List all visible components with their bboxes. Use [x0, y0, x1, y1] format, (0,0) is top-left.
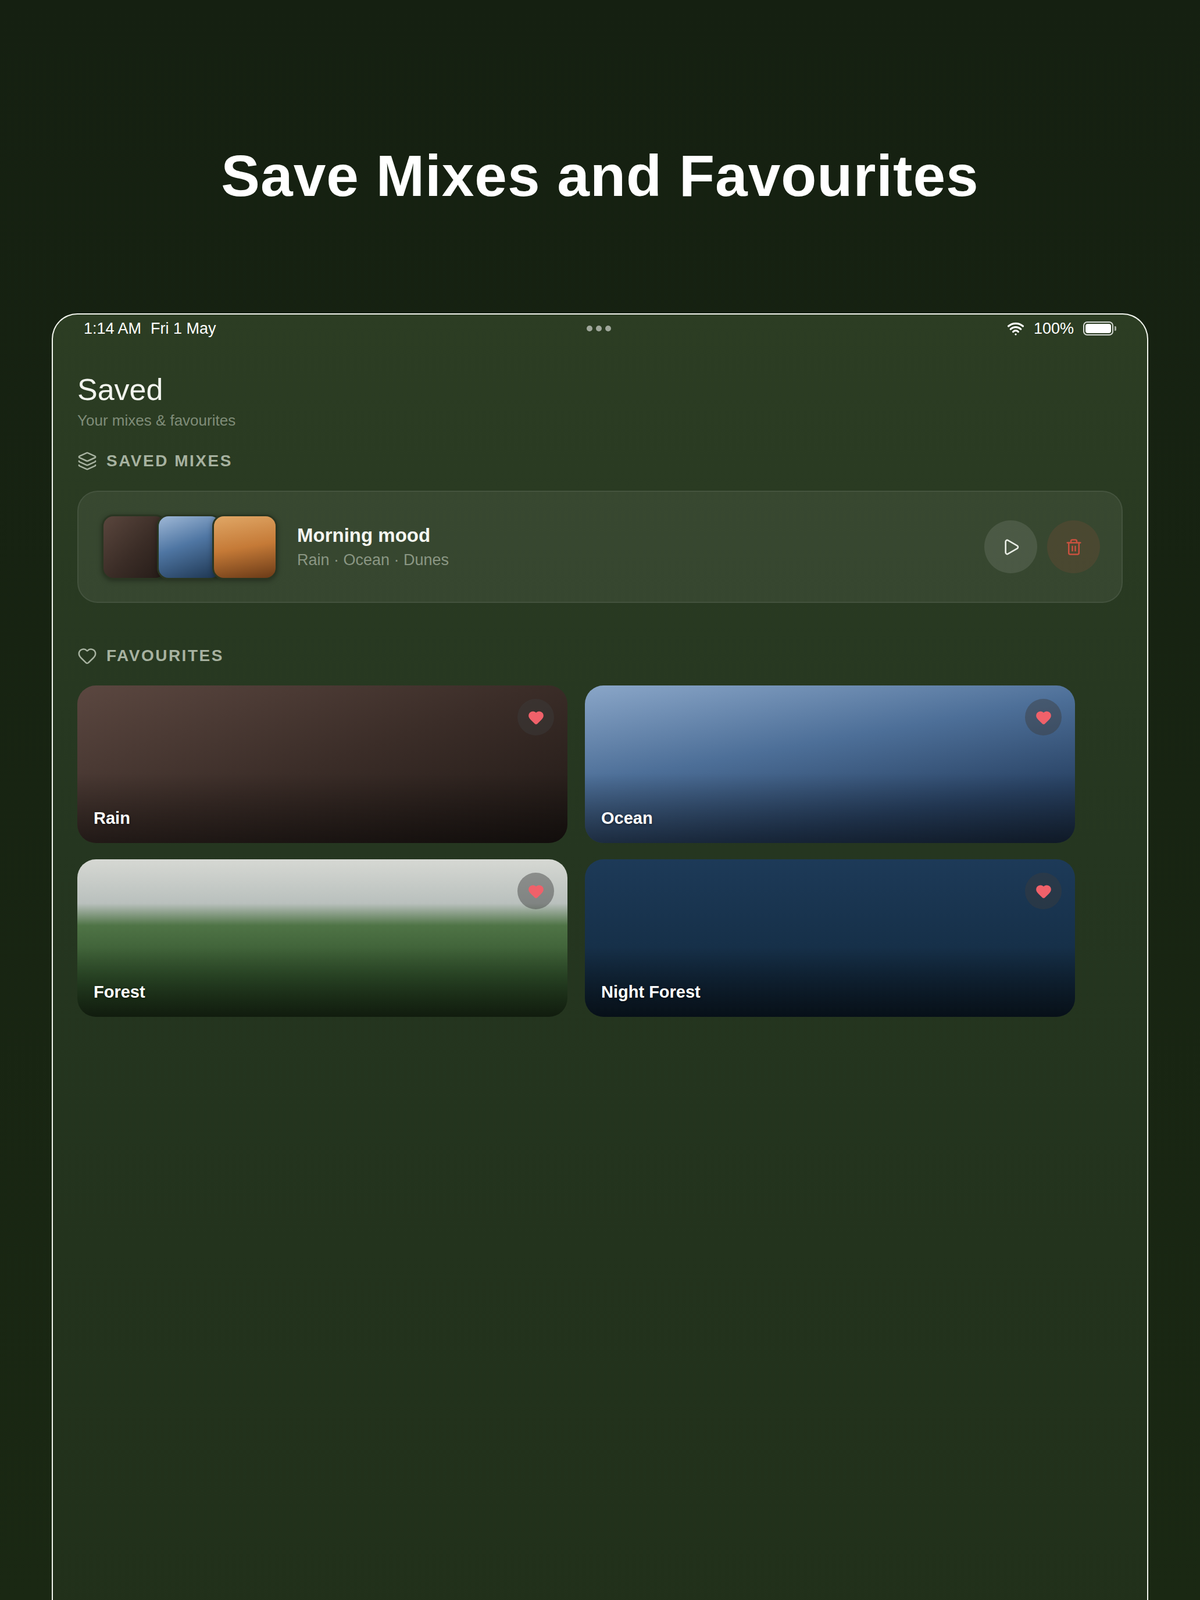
play-icon: [1001, 537, 1021, 557]
favourite-tile[interactable]: Night Forest: [584, 859, 1075, 1017]
battery-percent: 100%: [1033, 319, 1074, 338]
tile-label: Ocean: [601, 808, 653, 828]
tile-label: Night Forest: [601, 982, 701, 1002]
device-frame: 1:14 AM Fri 1 May 100% Saved Your mixes & fa…: [51, 313, 1149, 1600]
mix-name: Morning mood: [297, 524, 985, 547]
screen-title: Saved: [77, 374, 1123, 405]
favourite-tile[interactable]: Forest: [77, 859, 568, 1017]
status-bar: 1:14 AM Fri 1 May 100%: [52, 314, 1148, 343]
play-button[interactable]: [984, 520, 1038, 574]
layers-icon: [77, 451, 98, 471]
mix-thumbnail: [212, 514, 278, 580]
wifi-icon: [1006, 319, 1025, 338]
tile-label: Forest: [93, 982, 146, 1002]
battery-icon: [1083, 321, 1114, 336]
favourite-tile[interactable]: Rain: [77, 685, 568, 844]
status-time: 1:14 AM: [83, 319, 142, 338]
status-date: Fri 1 May: [150, 319, 217, 338]
favourite-button[interactable]: [1025, 698, 1062, 736]
mix-thumbnails: [101, 514, 278, 580]
heart-icon: [1035, 709, 1052, 726]
heart-icon: [527, 709, 545, 726]
trash-icon: [1065, 538, 1083, 556]
mix-card[interactable]: Morning mood Rain · Ocean · Dunes: [77, 490, 1123, 603]
section-header: SAVED MIXES: [77, 449, 1123, 473]
favourite-button[interactable]: [517, 698, 555, 736]
section-header: FAVOURITES: [77, 644, 1123, 668]
multitask-dots[interactable]: [586, 325, 612, 332]
favourite-button[interactable]: [517, 872, 555, 910]
favourites-grid: Rain Ocean Forest Night Forest: [77, 685, 1123, 1017]
heart-icon: [1035, 883, 1052, 900]
heart-icon: [527, 883, 545, 900]
mix-sounds: Rain · Ocean · Dunes: [297, 551, 985, 570]
delete-button[interactable]: [1047, 520, 1100, 574]
favourite-button[interactable]: [1025, 872, 1062, 910]
favourite-tile[interactable]: Ocean: [584, 685, 1075, 844]
screen-subtitle: Your mixes & favourites: [77, 411, 1123, 430]
hero-title: Save Mixes and Favourites: [220, 140, 979, 211]
page: Save Mixes and Favourites 1:14 AM Fri 1 Ma…: [0, 0, 1200, 1600]
tile-label: Rain: [93, 808, 131, 828]
heart-icon: [77, 645, 98, 666]
saved-screen: Saved Your mixes & favourites SAVED MIXES M…: [52, 342, 1148, 1017]
